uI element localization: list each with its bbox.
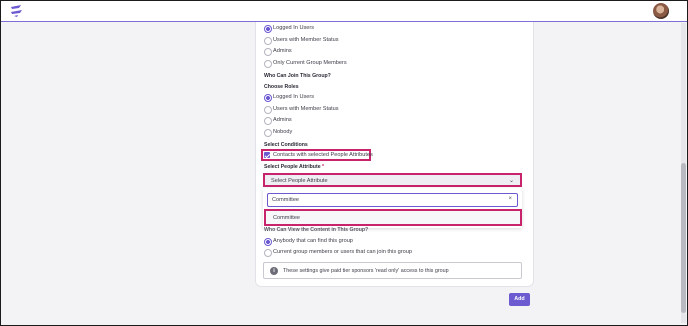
radio-label: Current group members or users that can … bbox=[273, 248, 412, 255]
radio-join-logged-in[interactable] bbox=[264, 94, 272, 102]
scrollbar-thumb[interactable] bbox=[681, 163, 686, 313]
add-button[interactable]: Add bbox=[509, 293, 530, 306]
radio-label: Users with Member Status bbox=[273, 36, 339, 43]
required-mark: * bbox=[322, 164, 325, 170]
radio-label: Nobody bbox=[273, 128, 293, 135]
radio-label: Admins bbox=[273, 116, 292, 123]
radio-content-anybody[interactable] bbox=[264, 238, 272, 246]
checkbox-label: Contacts with selected People Attributes bbox=[273, 152, 373, 158]
radio-join-admins[interactable] bbox=[264, 117, 272, 125]
radio-join-nobody[interactable] bbox=[264, 129, 272, 137]
option-label: Committee bbox=[273, 215, 301, 221]
radio-content-current-members[interactable] bbox=[264, 249, 272, 257]
radio-label: Only Current Group Members bbox=[273, 59, 347, 66]
info-notice: i These settings give paid tier sponsors… bbox=[263, 262, 522, 279]
conditions-heading: Select Conditions bbox=[264, 142, 308, 148]
radio-view-admins[interactable] bbox=[264, 48, 272, 56]
people-attribute-select[interactable]: Select People Attribute ⌄ bbox=[263, 173, 522, 187]
attribute-label: Select People Attribute * bbox=[264, 164, 325, 170]
scrollbar[interactable] bbox=[681, 23, 686, 323]
radio-label: Users with Member Status bbox=[273, 105, 339, 112]
info-icon: i bbox=[270, 266, 278, 275]
radio-label: Anybody that can find this group bbox=[273, 237, 353, 244]
choose-roles-heading: Choose Roles bbox=[264, 84, 299, 90]
radio-view-current-members[interactable] bbox=[264, 60, 272, 68]
info-text: These settings give paid tier sponsors '… bbox=[283, 267, 449, 274]
join-heading: Who Can Join This Group? bbox=[264, 73, 331, 79]
radio-view-member-status[interactable] bbox=[264, 37, 272, 45]
user-avatar[interactable] bbox=[653, 3, 669, 19]
radio-join-member-status[interactable] bbox=[264, 106, 272, 114]
people-attributes-checkbox[interactable] bbox=[264, 152, 270, 158]
clear-icon[interactable]: × bbox=[508, 196, 512, 202]
select-value: Select People Attribute bbox=[271, 177, 328, 184]
attribute-search-input[interactable] bbox=[272, 195, 492, 205]
chevron-down-icon: ⌄ bbox=[508, 178, 514, 184]
radio-label: Logged In Users bbox=[273, 93, 315, 100]
radio-view-logged-in[interactable] bbox=[264, 25, 272, 33]
top-bar bbox=[1, 1, 687, 22]
radio-label: Logged In Users bbox=[273, 24, 315, 31]
app-logo-icon[interactable] bbox=[9, 4, 25, 18]
radio-label: Admins bbox=[273, 47, 292, 54]
dropdown-option-committee[interactable]: Committee bbox=[264, 209, 522, 226]
content-heading: Who Can View the Content in This Group? bbox=[264, 227, 369, 233]
attribute-search-box[interactable]: × bbox=[267, 193, 518, 207]
